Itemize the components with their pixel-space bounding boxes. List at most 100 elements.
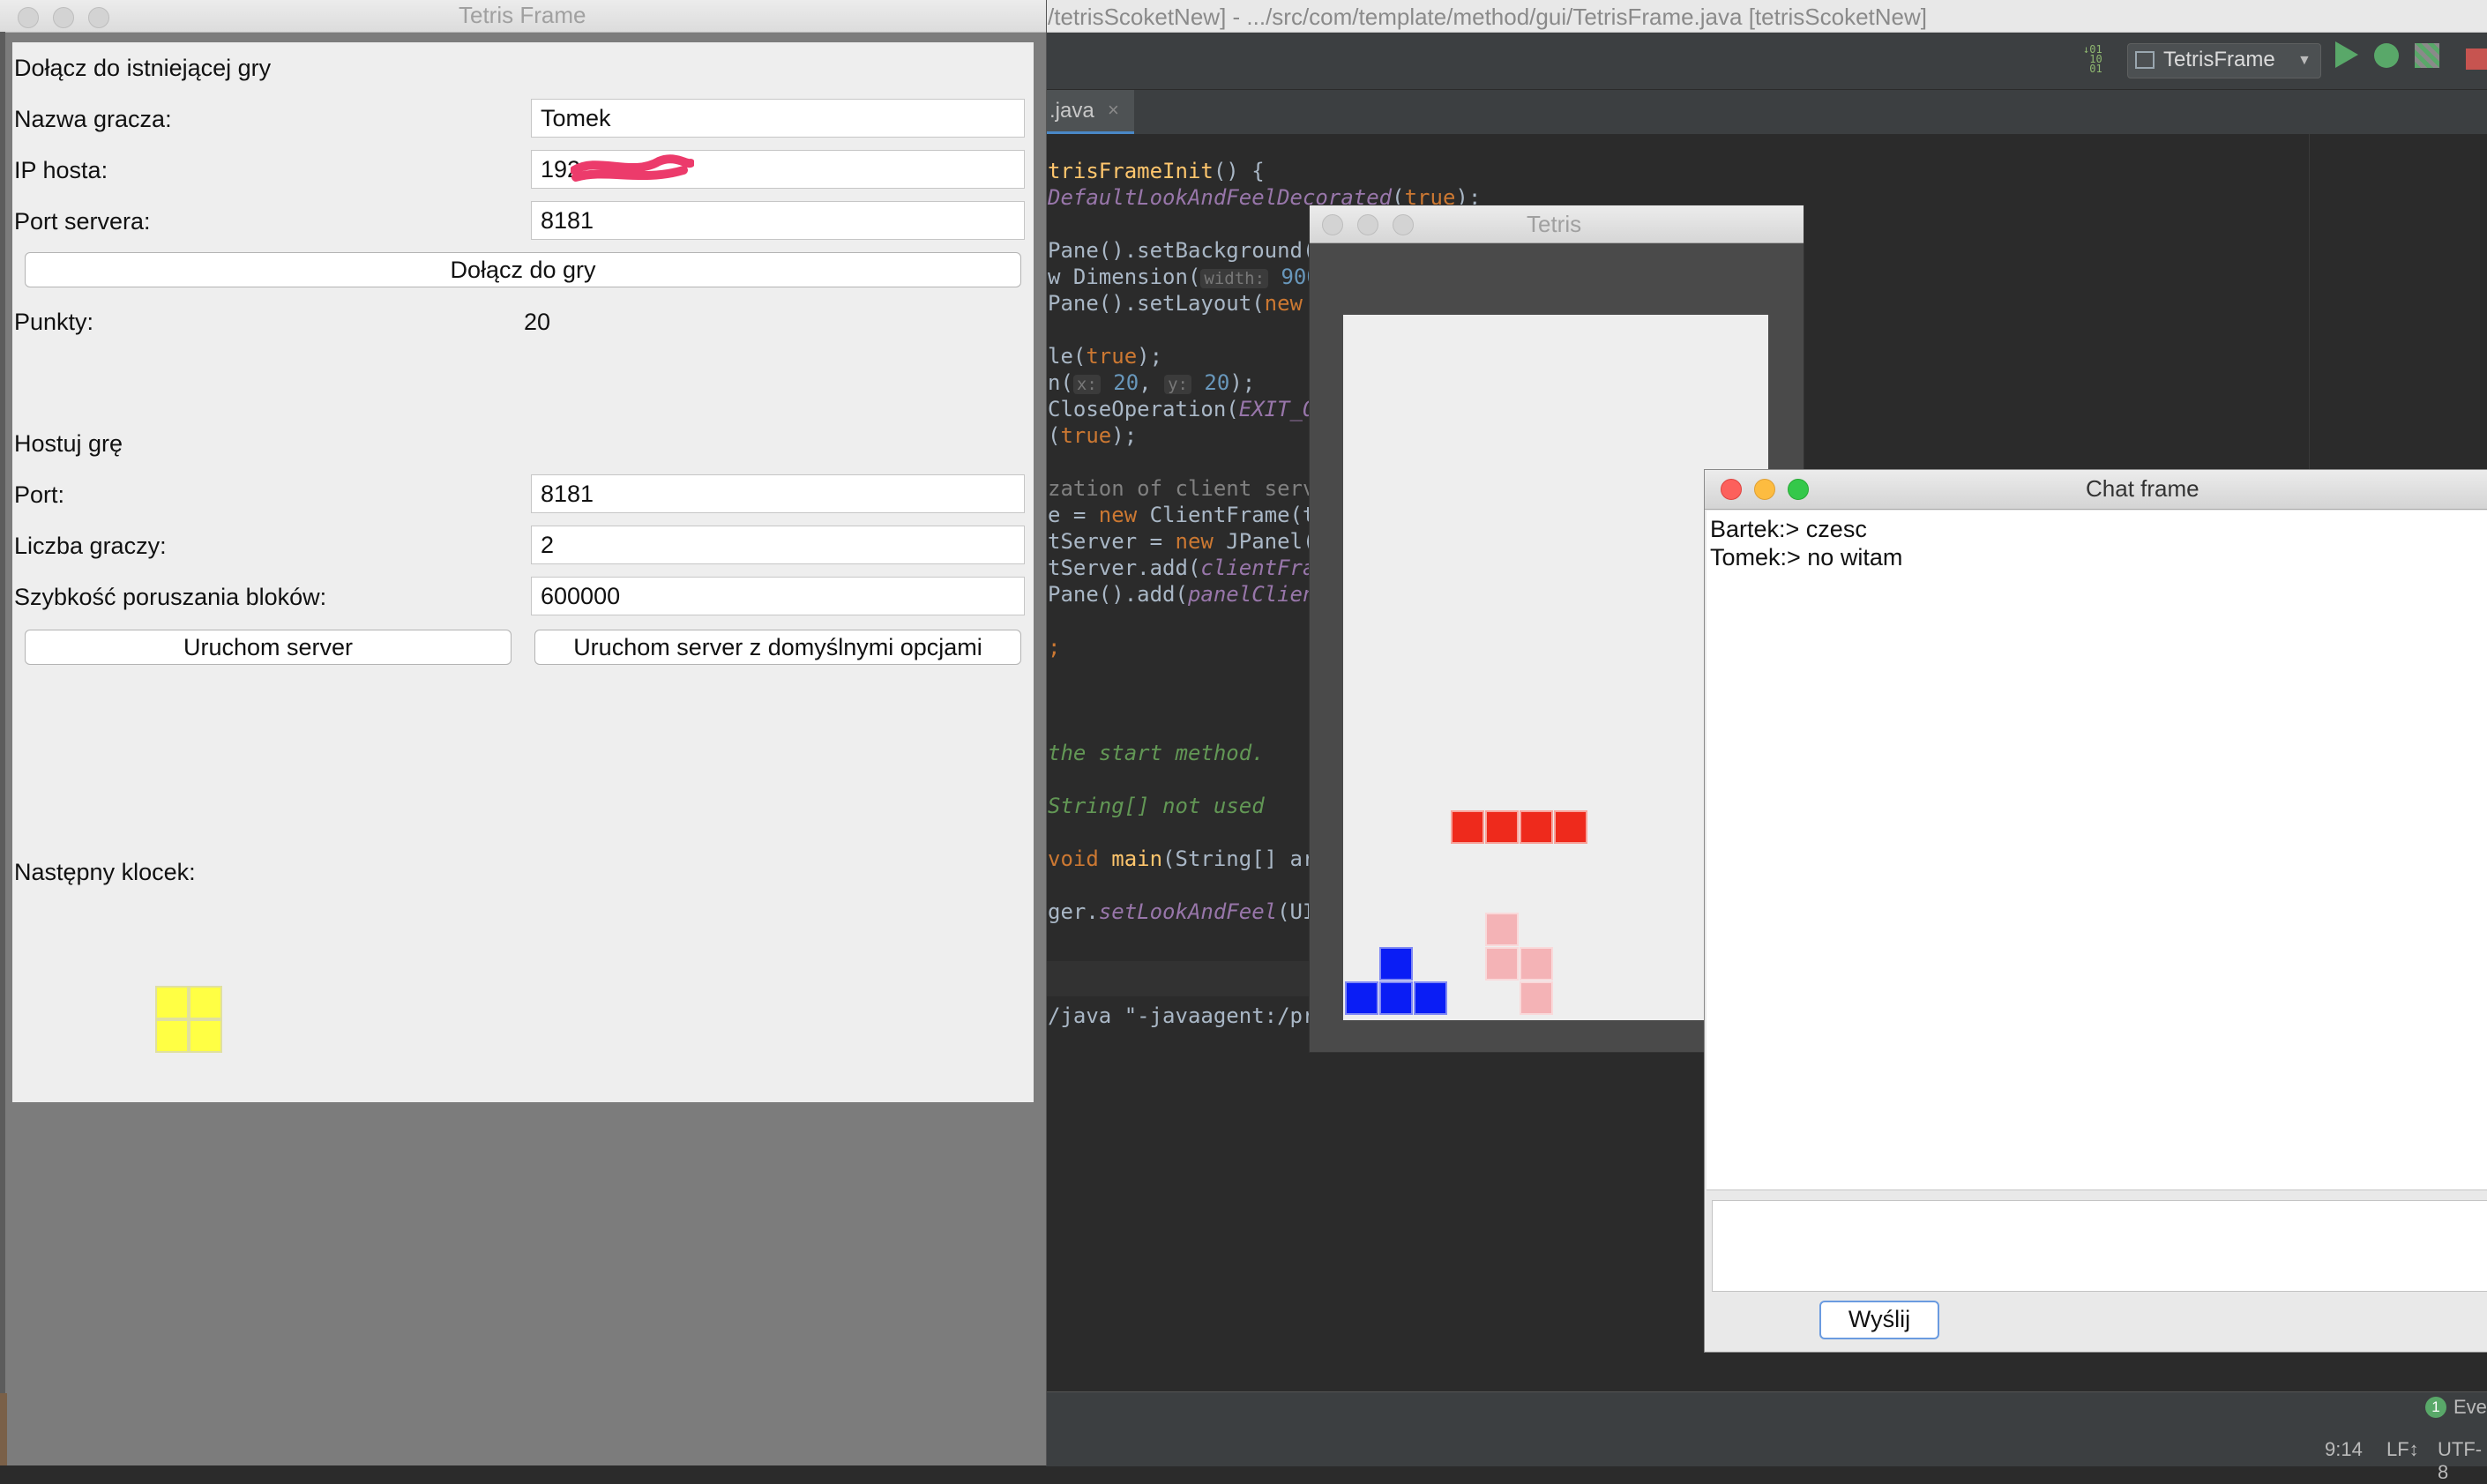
- window-edge-left: [0, 32, 5, 1465]
- code-line-6: le(true);: [1048, 344, 1163, 369]
- next-block-cell: [155, 1019, 189, 1053]
- editor-tab-label: .java: [1049, 99, 1094, 123]
- console-line: /java "-javaagent:/pr: [1048, 1003, 1316, 1028]
- join-game-button[interactable]: Dołącz do gry: [25, 252, 1021, 287]
- close-icon[interactable]: ×: [1108, 99, 1119, 122]
- coverage-icon[interactable]: [2415, 43, 2439, 68]
- code-line-12: tServer = new JPanel(: [1048, 529, 1316, 554]
- stacked-block-cell: [1379, 981, 1413, 1015]
- code-line-11: e = new ClientFrame(th: [1048, 503, 1328, 527]
- sort-icon[interactable]: ↓01 10 01: [2083, 44, 2113, 75]
- points-value: 20: [524, 309, 551, 335]
- tetris-frame-window: Tetris Frame Dołącz do istniejącej gry N…: [0, 0, 1047, 1465]
- code-line-5: Pane().setLayout(new: [1048, 291, 1303, 316]
- falling-block-cell: [1554, 810, 1587, 844]
- falling-block-cell: [1520, 810, 1553, 844]
- ide-status-bar: 1 Eve 9:14 LF↕ UTF-8: [1046, 1391, 2487, 1483]
- host-heading: Hostuj grę: [14, 430, 123, 457]
- code-line-4: w Dimension(width: 900: [1048, 265, 1319, 289]
- ide-title-text: /tetrisScoketNew] - .../src/com/template…: [1048, 4, 1927, 30]
- stacked-block-cell: [1414, 981, 1447, 1015]
- next-block-cell: [189, 1019, 222, 1053]
- host-port-input[interactable]: 8181: [531, 474, 1025, 513]
- port-label: Port:: [14, 481, 65, 508]
- code-line-14: Pane().add(panelClient: [1048, 582, 1328, 607]
- run-config-select[interactable]: TetrisFrame ▼: [2127, 43, 2321, 78]
- tetris-game-titlebar: Tetris: [1310, 205, 1804, 243]
- chat-titlebar: Chat frame: [1705, 470, 2487, 510]
- points-label: Punkty:: [14, 309, 94, 335]
- chat-log: Bartek:> czesc Tomek:> no witam: [1707, 511, 2487, 1190]
- code-line-17: String[] not used: [1048, 794, 1265, 818]
- close-window-icon[interactable]: [18, 7, 39, 28]
- editor-gutter-line: [2309, 134, 2310, 469]
- chat-window: Chat frame Bartek:> czesc Tomek:> no wit…: [1704, 469, 2487, 1353]
- maximize-window-icon[interactable]: [88, 7, 109, 28]
- stacked-block-cell: [1520, 947, 1553, 981]
- start-server-button[interactable]: Uruchom server: [25, 630, 512, 665]
- maximize-window-icon[interactable]: [1393, 214, 1414, 235]
- falling-block-cell: [1451, 810, 1484, 844]
- code-line-8: CloseOperation(EXIT_O: [1048, 397, 1316, 421]
- player-name-label: Nazwa gracza:: [14, 106, 172, 132]
- caret-position[interactable]: 9:14: [2325, 1438, 2363, 1461]
- tetris-frame-panel: Dołącz do istniejącej gry Nazwa gracza: …: [12, 42, 1034, 1102]
- editor-tab[interactable]: .java ×: [1046, 90, 1134, 134]
- stop-icon[interactable]: [2466, 48, 2487, 70]
- host-ip-label: IP hosta:: [14, 157, 108, 183]
- code-line-3: Pane().setBackground(: [1048, 238, 1316, 263]
- server-port-input[interactable]: 8181: [531, 201, 1025, 240]
- host-ip-input[interactable]: 192.: [531, 150, 1025, 189]
- close-window-icon[interactable]: [1721, 479, 1742, 500]
- chevron-down-icon: ▼: [2297, 53, 2311, 68]
- code-line-1: trisFrameInit() {: [1048, 159, 1265, 183]
- window-title: Tetris: [1527, 211, 1582, 237]
- line-separator[interactable]: LF↕: [2386, 1438, 2419, 1461]
- code-line-9: (true);: [1048, 423, 1138, 448]
- stacked-block-cell: [1520, 981, 1553, 1015]
- next-block-cell: [155, 986, 189, 1019]
- code-line-10: zation of client serve: [1048, 476, 1328, 501]
- stacked-block-cell: [1485, 913, 1519, 946]
- maximize-window-icon[interactable]: [1788, 479, 1809, 500]
- ide-toolbar: ↓01 10 01 TetrisFrame ▼: [1046, 33, 2487, 90]
- code-line-13: tServer.add(clientFran: [1048, 556, 1328, 580]
- stacked-block-cell: [1485, 947, 1519, 981]
- minimize-window-icon[interactable]: [1754, 479, 1775, 500]
- code-line-19: ger.setLookAndFeel(UIM: [1048, 899, 1328, 924]
- file-encoding[interactable]: UTF-8: [2438, 1438, 2487, 1484]
- code-line-18: void main(String[] arg: [1048, 846, 1328, 871]
- players-count-label: Liczba graczy:: [14, 533, 167, 559]
- desktop-sliver: [0, 1393, 7, 1465]
- close-window-icon[interactable]: [1322, 214, 1343, 235]
- redaction-scribble: [571, 154, 694, 182]
- stacked-block-cell: [1379, 947, 1413, 981]
- stacked-block-cell: [1345, 981, 1378, 1015]
- join-heading: Dołącz do istniejącej gry: [14, 55, 272, 81]
- player-name-input[interactable]: Tomek: [531, 99, 1025, 138]
- block-speed-label: Szybkość poruszania bloków:: [14, 584, 327, 610]
- send-button[interactable]: Wyślij: [1819, 1301, 1939, 1339]
- event-log-badge[interactable]: 1: [2425, 1397, 2446, 1418]
- tetris-frame-titlebar: Tetris Frame: [0, 0, 1046, 33]
- next-block-label: Następny klocek:: [14, 859, 196, 885]
- window-title: Chat frame: [2086, 475, 2199, 502]
- window-icon: [2135, 51, 2155, 69]
- chat-message: Tomek:> no witam: [1710, 544, 1903, 570]
- run-icon[interactable]: [2335, 41, 2358, 68]
- next-block-preview: [155, 986, 222, 1053]
- minimize-window-icon[interactable]: [53, 7, 74, 28]
- code-line-7: n(x: 20, y: 20);: [1048, 370, 1256, 395]
- server-port-label: Port servera:: [14, 208, 151, 235]
- editor-tab-bar: .java ×: [1046, 90, 2487, 135]
- start-server-default-button[interactable]: Uruchom server z domyślnymi opcjami: [534, 630, 1021, 665]
- run-config-label: TetrisFrame: [2163, 48, 2275, 71]
- debug-icon[interactable]: [2374, 43, 2399, 68]
- minimize-window-icon[interactable]: [1357, 214, 1378, 235]
- players-count-input[interactable]: 2: [531, 526, 1025, 564]
- chat-message: Bartek:> czesc: [1710, 516, 1867, 542]
- block-speed-input[interactable]: 600000: [531, 577, 1025, 615]
- event-log-label[interactable]: Eve: [2453, 1396, 2487, 1419]
- chat-message-input[interactable]: [1712, 1200, 2487, 1292]
- window-title: Tetris Frame: [459, 2, 586, 28]
